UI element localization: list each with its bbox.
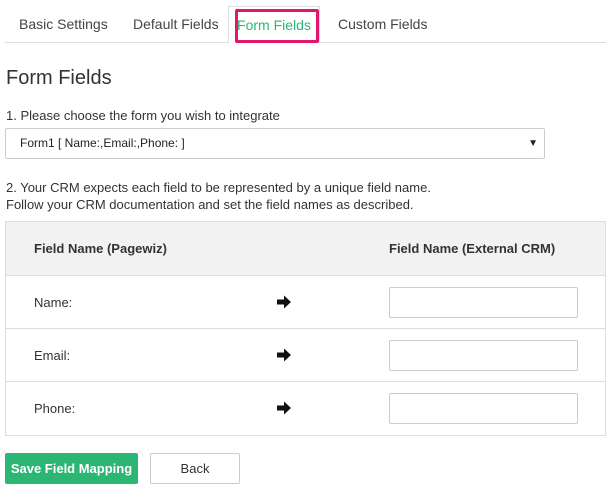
column-header-pagewiz: Field Name (Pagewiz) — [34, 241, 167, 256]
table-row: Email: — [6, 329, 605, 382]
field-label-email: Email: — [34, 348, 71, 363]
tab-form-fields-label: Form Fields — [237, 17, 311, 33]
tab-custom-fields[interactable]: Custom Fields — [338, 6, 427, 43]
caret-down-icon: ▼ — [528, 138, 538, 149]
tab-basic-settings[interactable]: Basic Settings — [19, 6, 108, 43]
form-select-value: Form1 [ Name:,Email:,Phone: ] — [20, 136, 185, 150]
step1-instruction: 1. Please choose the form you wish to in… — [6, 108, 280, 123]
table-row: Name: — [6, 276, 605, 329]
form-select-dropdown[interactable]: Form1 [ Name:,Email:,Phone: ] ▼ — [5, 128, 545, 159]
arrow-right-icon — [277, 348, 291, 362]
table-row: Phone: — [6, 382, 605, 435]
back-button[interactable]: Back — [150, 453, 240, 484]
step2-instruction: 2. Your CRM expects each field to be rep… — [6, 179, 431, 213]
field-label-phone: Phone: — [34, 401, 76, 416]
tab-bar: Basic Settings Default Fields Form Field… — [5, 6, 606, 44]
step2-line2: Follow your CRM documentation and set th… — [6, 197, 414, 212]
save-field-mapping-button[interactable]: Save Field Mapping — [5, 453, 138, 484]
crm-field-input-email[interactable] — [389, 340, 578, 371]
field-label-name: Name: — [34, 295, 73, 310]
crm-field-input-name[interactable] — [389, 287, 578, 318]
crm-field-input-phone[interactable] — [389, 393, 578, 424]
arrow-right-icon — [277, 295, 291, 309]
step2-line1: 2. Your CRM expects each field to be rep… — [6, 180, 431, 195]
page-title: Form Fields — [6, 67, 112, 89]
tab-default-fields[interactable]: Default Fields — [133, 6, 219, 43]
tab-form-fields[interactable]: Form Fields — [228, 6, 320, 44]
column-header-crm: Field Name (External CRM) — [389, 241, 556, 256]
arrow-right-icon — [277, 401, 291, 415]
field-mapping-table: Field Name (Pagewiz) Field Name (Externa… — [5, 221, 606, 436]
table-header: Field Name (Pagewiz) Field Name (Externa… — [6, 222, 605, 276]
